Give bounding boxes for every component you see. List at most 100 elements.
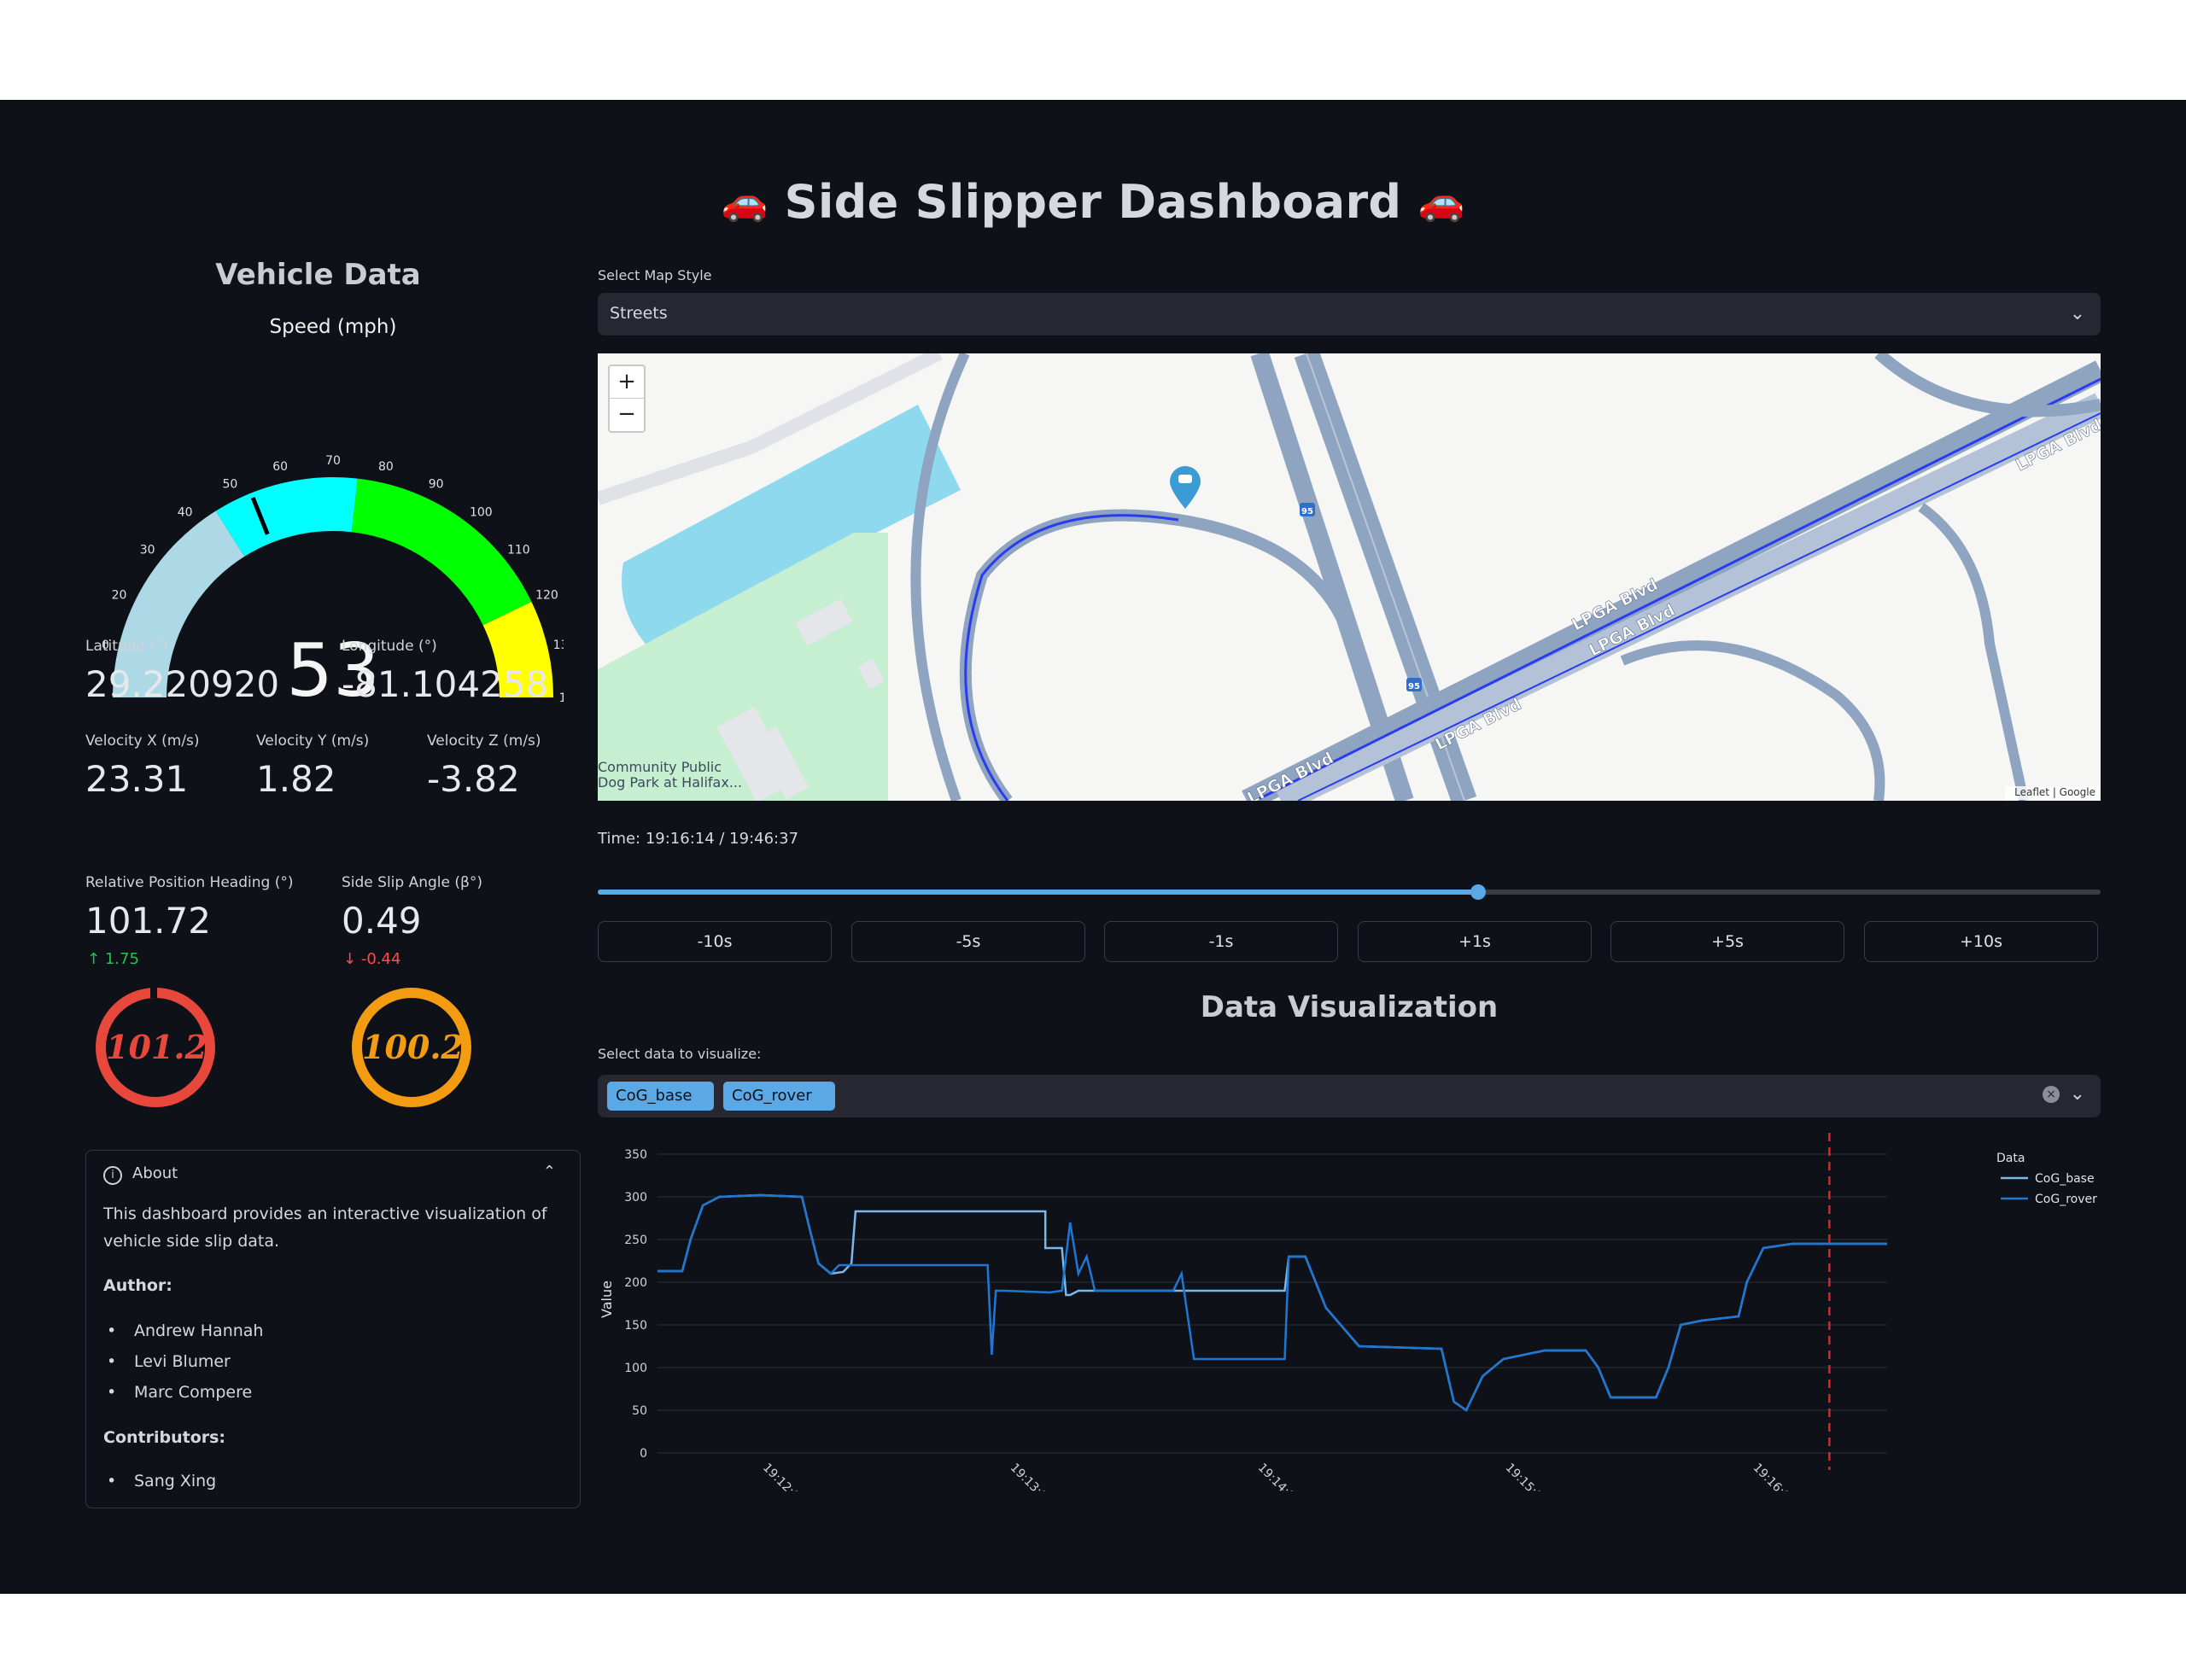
latitude-value: 29.220920 [85,663,280,705]
x-tick-label: 19:16:00 [1751,1461,1798,1491]
page-title-text: Side Slipper Dashboard [784,175,1402,229]
shield-label: 95 [1301,507,1313,516]
step-back-5s-button[interactable]: -5s [851,921,1085,962]
vehicle-marker-icon[interactable] [1170,466,1201,509]
gauge-tick-label: 60 [272,460,288,474]
gauge-title: Speed (mph) [270,316,397,338]
ramp-road [1620,640,1885,801]
heading-delta-value: 1.75 [104,950,139,968]
map-attribution: Leaflet | Google [2005,786,2099,800]
gauge-tick-label: 50 [222,478,237,492]
step-forward-10s-button[interactable]: +10s [1864,921,2098,962]
x-tick-label: 19:12:00 [760,1461,808,1491]
side-slip-delta: ↓ -0.44 [343,950,400,968]
speed-gauge: Speed (mph)01020304050607080901001101201… [92,316,582,714]
author-item: Andrew Hannah [107,1321,264,1340]
leaflet-attribution-link[interactable]: Leaflet | Google [2014,786,2095,798]
chevron-down-icon[interactable]: ⌄ [2070,1083,2085,1105]
data-select-label: Select data to visualize: [598,1046,762,1062]
map-style-label: Select Map Style [598,267,712,283]
clear-all-icon[interactable]: × [2043,1086,2060,1103]
author-item: Marc Compere [107,1383,252,1402]
gauge-tick-label: 110 [507,544,530,557]
poi-label: Community Public Dog Park at Halifax... [598,759,742,790]
about-expander: i About ⌃ This dashboard provides an int… [85,1150,581,1508]
gauge-tick-label: 90 [429,478,444,492]
chevron-down-icon: ⌄ [2069,303,2085,324]
y-tick-label: 250 [624,1234,647,1247]
vehicle-data-title: Vehicle Data [215,258,421,292]
poi-label-line: Dog Park at Halifax... [598,774,742,790]
step-forward-1s-button[interactable]: +1s [1358,921,1592,962]
side-slip-ring-value: 100.2 [362,1028,464,1066]
time-slider-track[interactable] [598,884,2101,900]
author-label: Author: [103,1276,172,1295]
about-header[interactable]: i About ⌃ [103,1163,564,1190]
x-tick-label: 19:14:00 [1255,1461,1303,1491]
map-view[interactable]: LPGA Blvd LPGA Blvd LPGA Blvd LPGA Blvd … [598,353,2101,801]
time-slider-thumb[interactable] [1470,884,1487,900]
map-style-select[interactable]: Streets ⌄ [598,293,2101,335]
step-forward-5s-button[interactable]: +5s [1610,921,1844,962]
gauge-tick-label: 20 [112,588,127,602]
side-slip-ring: 100.2 [352,988,471,1107]
author-item: Levi Blumer [107,1352,231,1371]
velocity-z-label: Velocity Z (m/s) [427,732,541,750]
heading-ring: 101.2 [96,988,215,1107]
gauge-band [351,478,532,626]
dashboard-app: 🚗 Side Slipper Dashboard 🚗 Vehicle Data … [0,100,2186,1594]
heading-ring-value: 101.2 [106,1028,207,1066]
zoom-in-button[interactable]: + [610,366,644,399]
legend-title: Data [1996,1152,2025,1165]
gauge-tick-label: 120 [535,588,558,602]
heading-delta: ↑ 1.75 [87,950,139,968]
series-line-CoG_rover [658,1193,1887,1412]
about-description: This dashboard provides an interactive v… [103,1205,547,1251]
y-tick-label: 150 [624,1319,647,1333]
gauge-tick-label: 130 [553,639,564,652]
poi-label-line: Community Public [598,759,722,775]
about-header-label: About [132,1164,178,1182]
tag-remove-icon[interactable]: × [622,1116,635,1134]
step-back-10s-button[interactable]: -10s [598,921,832,962]
car-icon: 🚗 [1417,180,1465,224]
y-tick-label: 100 [624,1362,647,1375]
contributors-label: Contributors: [103,1428,226,1447]
zoom-out-button[interactable]: − [610,399,644,430]
loop-ramp [959,509,1355,801]
y-tick-label: 350 [624,1148,647,1162]
heading-ring-gap [150,986,157,998]
legend-item: CoG_rover [2035,1193,2097,1206]
tag-remove-icon[interactable]: × [739,1116,751,1134]
longitude-value: -81.104258 [342,663,549,705]
zoom-control: + − [608,365,646,433]
gauge-tick-label: 40 [178,506,193,520]
y-tick-label: 200 [624,1276,647,1290]
series-line-CoG_base [658,1193,1887,1412]
legend-item: CoG_base [2035,1172,2095,1186]
page-title: 🚗 Side Slipper Dashboard 🚗 [0,175,2186,229]
step-back-1s-button[interactable]: -1s [1104,921,1338,962]
data-viz-title: Data Visualization [1200,990,1499,1024]
x-tick-label: 19:13:00 [1008,1461,1055,1491]
info-icon: i [103,1166,122,1185]
side-slip-label: Side Slip Angle (β°) [342,874,482,891]
gauge-tick-label: 30 [140,544,155,557]
arrow-up-icon: ↑ [87,950,101,968]
velocity-y-label: Velocity Y (m/s) [256,732,370,750]
time-slider-fill [598,890,1479,895]
y-tick-label: 50 [632,1404,647,1418]
velocity-x-label: Velocity X (m/s) [85,732,200,750]
vehicle-track [964,514,1179,801]
velocity-z-value: -3.82 [427,758,520,800]
tag-label: CoG_base [616,1087,693,1105]
map-style-value: Streets [610,304,668,323]
x-tick-label: 19:15:00 [1503,1461,1551,1491]
map-canvas[interactable]: LPGA Blvd LPGA Blvd LPGA Blvd LPGA Blvd … [598,353,2101,801]
cog-chart: 0 50 100 150 200 250 300 350 19:12:00 19:13:00 19:… [598,1133,2101,1542]
gauge-tick-label: 70 [325,454,341,468]
ramp-road [1918,503,2029,801]
y-tick-label: 0 [640,1447,647,1461]
contributor-item: Sang Xing [107,1472,216,1490]
car-icon [1178,475,1192,483]
